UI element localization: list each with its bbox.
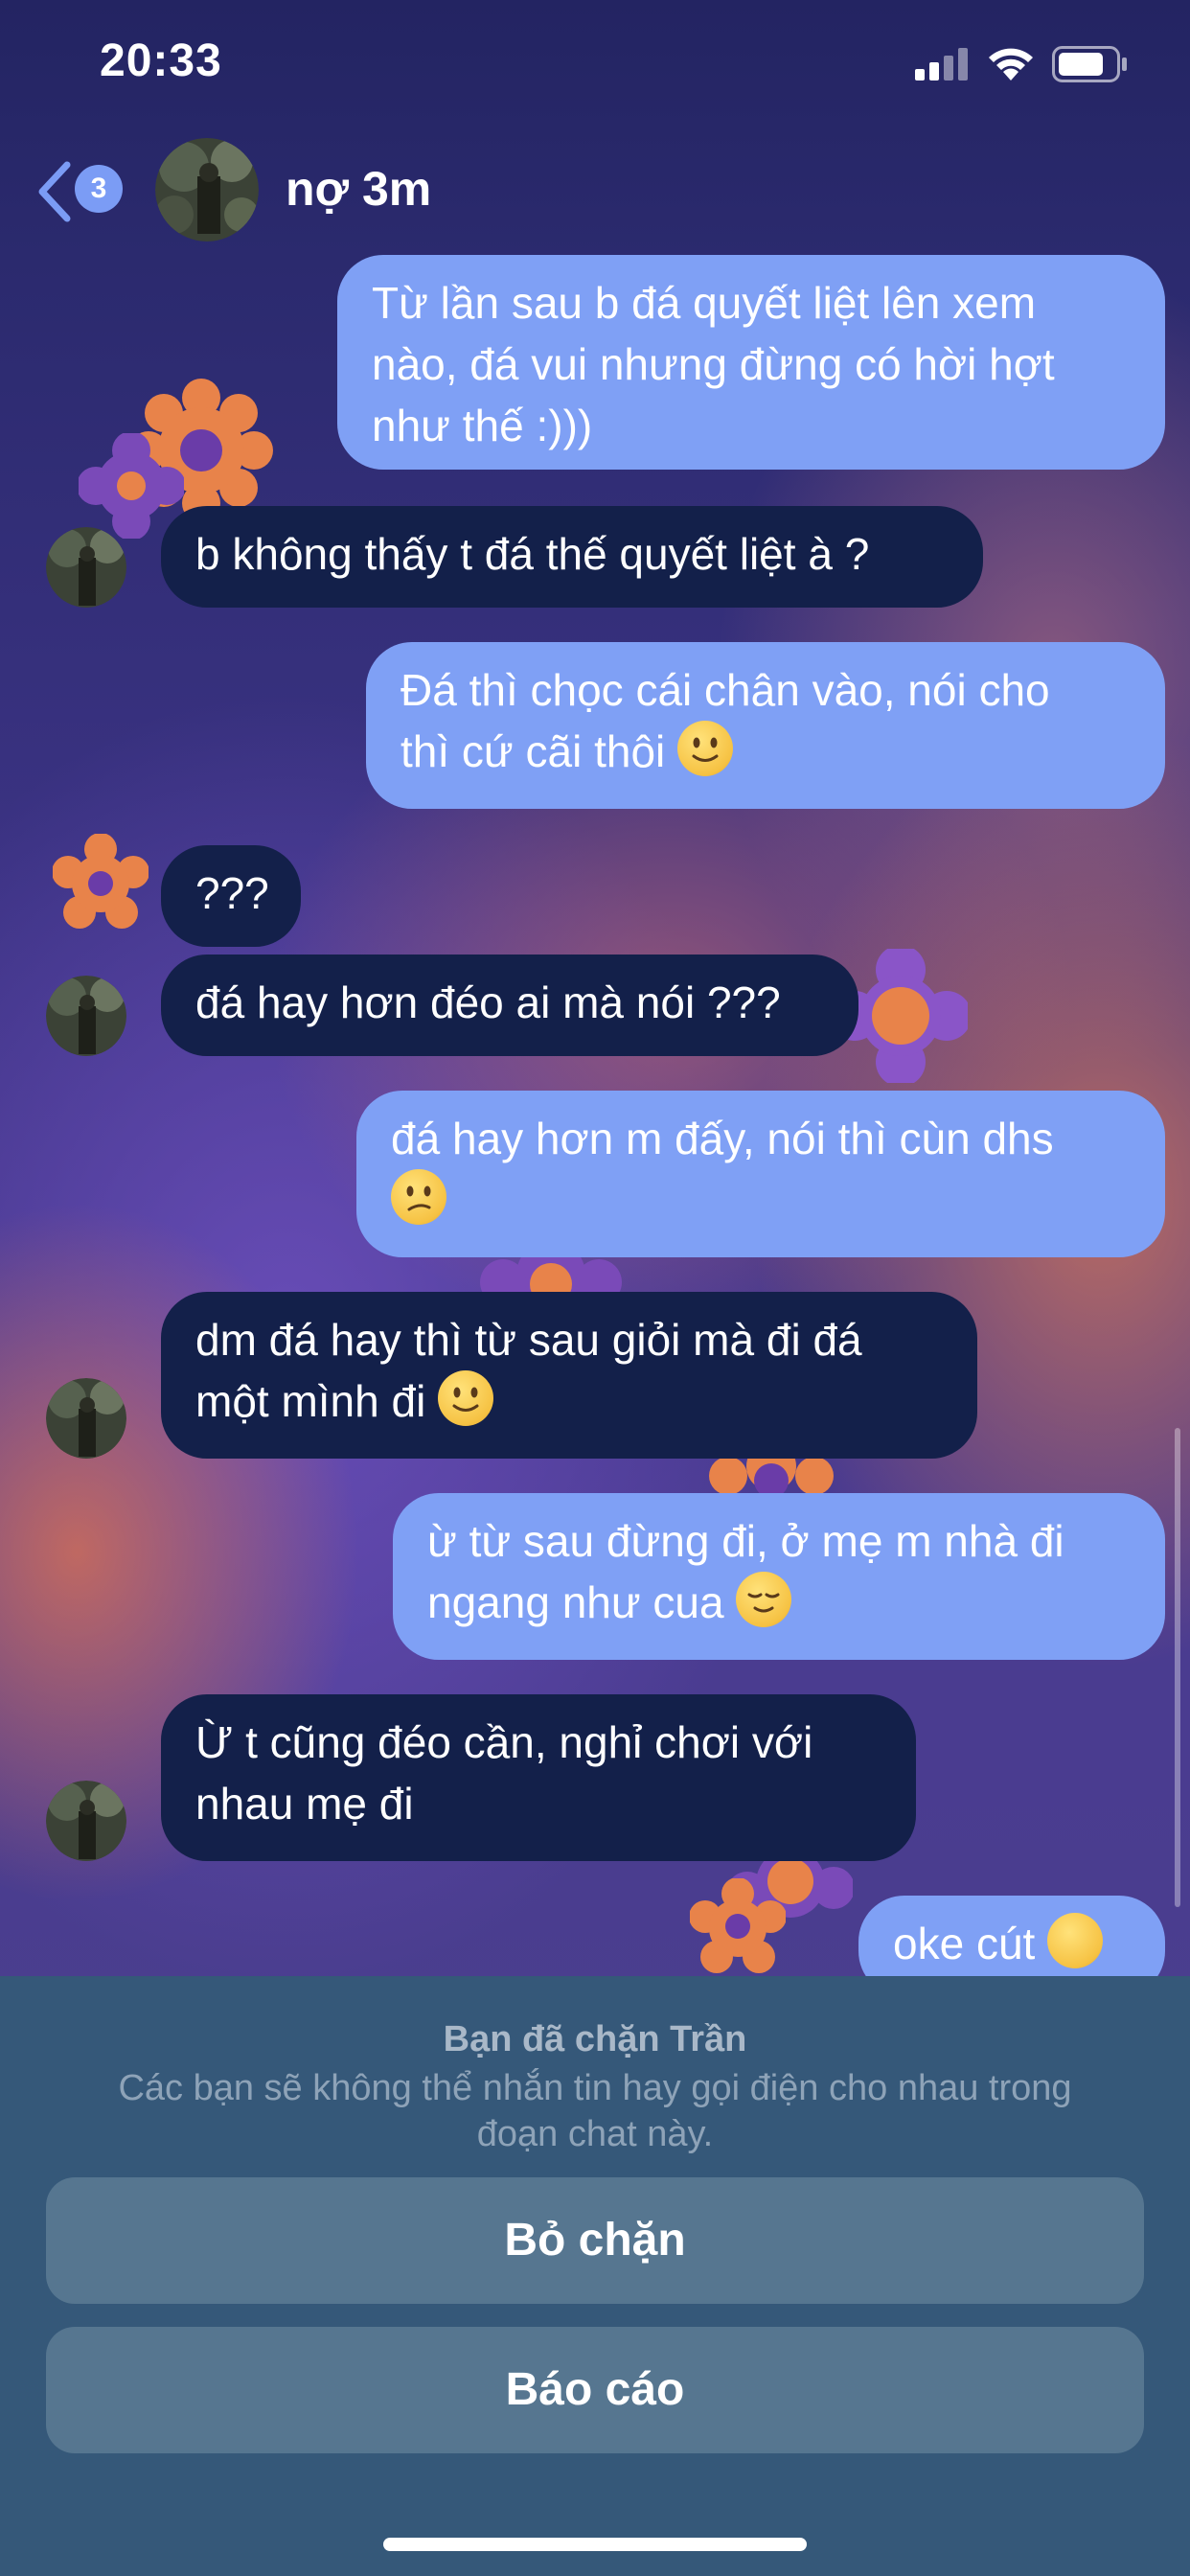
slightly-smiling-face-emoji [677, 721, 734, 776]
blocked-contact-panel: Bạn đã chặn Trần Các bạn sẽ không thể nh… [0, 1976, 1190, 2576]
unblock-button[interactable]: Bỏ chặn [46, 2177, 1144, 2304]
confused-face-emoji [391, 1169, 446, 1225]
message-text-line: đá hay hơn đéo ai mà nói ??? [195, 978, 781, 1027]
status-bar: 20:33 [0, 0, 1190, 125]
blocked-description-line: đoạn chat này. [476, 2114, 714, 2154]
sender-avatar[interactable] [46, 1378, 126, 1459]
message-text-line: như thế :))) [372, 401, 593, 450]
ok-hand-emoji [1047, 1913, 1104, 1968]
message-text-line: một mình đi [195, 1376, 426, 1426]
home-indicator[interactable] [383, 2538, 807, 2551]
message-text-line: dm đá hay thì từ sau giỏi mà đi đá [195, 1315, 862, 1365]
flower-decoration [690, 1878, 786, 1973]
flower-decoration [53, 834, 149, 929]
contact-name[interactable]: nợ 3m [286, 161, 431, 217]
message-text-line: Từ lần sau b đá quyết liệt lên xem [372, 278, 1037, 328]
message-text-line: thì cứ cãi thôi [400, 726, 666, 776]
message-text-line: Đá thì chọc cái chân vào, nói cho [400, 665, 1050, 715]
message-text-line: nào, đá vui nhưng đừng có hời hợt [372, 339, 1055, 389]
wifi-icon [989, 48, 1033, 80]
received-message-bubble[interactable]: ??? [161, 845, 301, 947]
unread-count-badge[interactable]: 3 [75, 165, 123, 213]
blocked-description: Các bạn sẽ không thể nhắn tin hay gọi đi… [67, 2065, 1123, 2157]
sender-avatar[interactable] [46, 1781, 126, 1861]
received-message-bubble[interactable]: dm đá hay thì từ sau giỏi mà đi đá một m… [161, 1292, 977, 1459]
message-text-line: ??? [195, 868, 269, 918]
sent-message-bubble[interactable]: Đá thì chọc cái chân vào, nói cho thì cứ… [366, 642, 1165, 809]
sender-avatar[interactable] [46, 527, 126, 608]
message-text-line: b không thấy t đá thế quyết liệt à ? [195, 529, 870, 579]
status-time: 20:33 [100, 35, 222, 86]
received-message-bubble[interactable]: Ừ t cũng đéo cần, nghỉ chơi với nhau mẹ … [161, 1694, 916, 1861]
slightly-smiling-face-emoji [438, 1370, 494, 1426]
cellular-signal-icon [915, 48, 968, 80]
battery-icon [1052, 46, 1127, 82]
message-text-line: ừ từ sau đừng đi, ở mẹ m nhà đi [427, 1516, 1064, 1566]
message-text-line: nhau mẹ đi [195, 1779, 414, 1828]
received-message-bubble[interactable]: b không thấy t đá thế quyết liệt à ? [161, 506, 983, 608]
blocked-description-line: Các bạn sẽ không thể nhắn tin hay gọi đi… [118, 2068, 1072, 2108]
blocked-title: Bạn đã chặn Trần [443, 2019, 747, 2059]
sender-avatar[interactable] [46, 976, 126, 1056]
scrollbar[interactable] [1175, 1428, 1180, 1907]
message-text-line: đá hay hơn m đấy, nói thì cùn dhs [391, 1114, 1054, 1163]
report-button[interactable]: Báo cáo [46, 2327, 1144, 2453]
received-message-bubble[interactable]: đá hay hơn đéo ai mà nói ??? [161, 954, 858, 1056]
message-text-line: Ừ t cũng đéo cần, nghỉ chơi với [195, 1717, 813, 1767]
message-text-line: ngang như cua [427, 1577, 724, 1627]
sent-message-bubble[interactable]: Từ lần sau b đá quyết liệt lên xem nào, … [337, 255, 1165, 470]
message-text-line: oke cút [893, 1919, 1036, 1968]
contact-avatar[interactable] [155, 138, 259, 242]
chat-header: 3 nợ 3m [0, 134, 1190, 249]
sent-message-bubble[interactable]: đá hay hơn m đấy, nói thì cùn dhs [356, 1091, 1165, 1257]
flower-decoration [79, 433, 184, 539]
sent-message-bubble[interactable]: ừ từ sau đừng đi, ở mẹ m nhà đi ngang nh… [393, 1493, 1165, 1660]
relieved-face-emoji [736, 1572, 792, 1627]
